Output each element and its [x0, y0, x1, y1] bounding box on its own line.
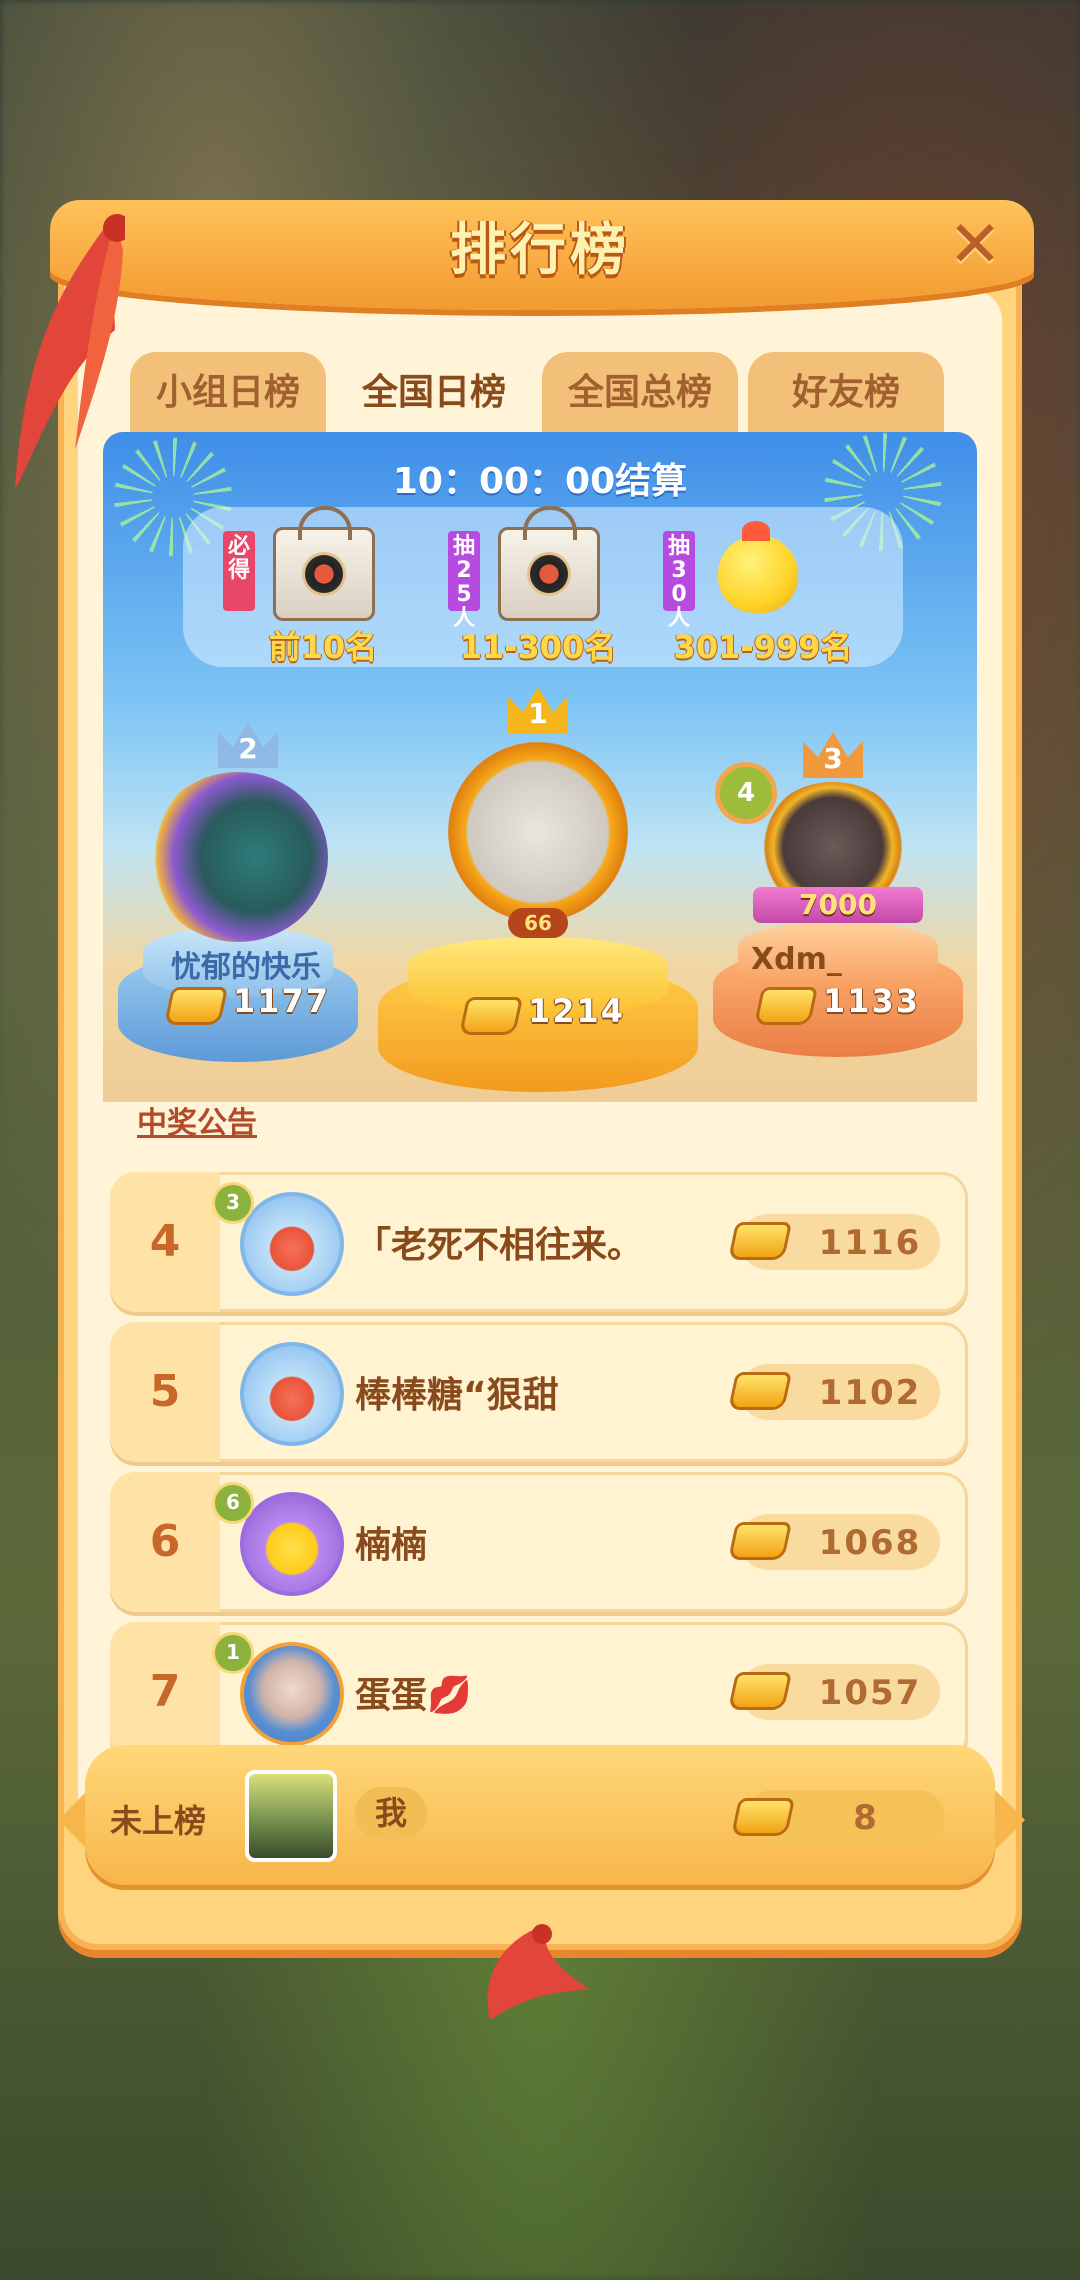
gold-icon [727, 1222, 793, 1260]
level-badge: 6 [212, 1482, 254, 1524]
level-badge: 3 [212, 1182, 254, 1224]
rank-number: 5 [149, 1366, 181, 1417]
level-badge: 1 [212, 1632, 254, 1674]
gold-icon [458, 997, 524, 1035]
player-score: 1116 [818, 1223, 922, 1263]
tab-group-daily[interactable]: 小组日榜 [130, 352, 326, 432]
tab-national-total[interactable]: 全国总榜 [542, 352, 738, 432]
score-rank-3: 1133 [823, 982, 921, 1020]
player-name: 棒棒糖“狠甜 [355, 1375, 559, 1416]
rank-number: 7 [149, 1666, 181, 1717]
reward-tag: 必得 [223, 531, 255, 611]
reward-box: 必得 前10名 抽25人 11-300名 抽30人 301-999名 [183, 506, 903, 667]
reward-label: 301-999名 [673, 628, 853, 666]
avatar-rank-2[interactable] [148, 772, 328, 942]
reward-label: 前10名 [268, 628, 378, 666]
avatar[interactable] [240, 1342, 344, 1446]
level-badge-rank-3: 4 [715, 762, 777, 824]
my-name: 我 [355, 1787, 427, 1839]
chick-icon [718, 521, 798, 613]
score-rank-2: 1177 [233, 982, 331, 1020]
arrow-left-decoration [58, 1790, 88, 1850]
reward-tag: 抽30人 [663, 531, 695, 631]
tab-friends[interactable]: 好友榜 [748, 352, 944, 432]
reward-label: 11-300名 [459, 628, 617, 666]
reward-tag: 抽25人 [448, 531, 480, 631]
arrow-right-decoration [995, 1790, 1025, 1850]
crown-rank-2: 2 [218, 722, 278, 768]
my-avatar[interactable] [245, 1770, 337, 1862]
player-score: 1068 [818, 1523, 922, 1563]
gold-icon [727, 1372, 793, 1410]
level-badge-rank-1: 66 [508, 908, 568, 938]
gold-icon [727, 1672, 793, 1710]
winner-announcement-link[interactable]: 中奖公告 [137, 1098, 257, 1142]
avatar-rank-1[interactable] [448, 742, 628, 922]
list-item[interactable]: 6 6 楠楠 1068 [110, 1472, 968, 1612]
reward-top10[interactable]: 必得 前10名 [223, 506, 433, 667]
reward-11-300[interactable]: 抽25人 11-300名 [448, 506, 658, 667]
my-rank-status: 未上榜 [110, 1802, 207, 1840]
player-name: 「老死不相往来。 [355, 1225, 644, 1266]
rank-number: 4 [149, 1216, 181, 1267]
gold-icon [727, 1522, 793, 1560]
ribbon-decoration [487, 1924, 590, 2020]
player-name-rank-3: Xdm_ [751, 942, 842, 977]
countdown-timer: 10：00：00结算 [392, 461, 688, 502]
player-name-rank-2: 忧郁的快乐 [171, 950, 321, 985]
leaderboard-list: 4 3 「老死不相往来。 1116 5 棒棒糖“狠甜 1102 6 6 楠楠 1… [110, 1172, 968, 1772]
bag-icon [498, 506, 600, 621]
rank-number: 6 [149, 1516, 181, 1567]
my-score: 8 [853, 1798, 877, 1838]
top-rewards-area: 10：00：00结算 必得 前10名 抽25人 11-300名 抽30人 301… [103, 432, 977, 1102]
close-icon: ✕ [948, 208, 1002, 282]
gold-icon [753, 987, 819, 1025]
tab-national-daily[interactable]: 全国日榜 [336, 352, 532, 432]
page-title: 排行榜 [450, 218, 630, 283]
achievement-banner: 7000 [753, 887, 923, 923]
avatar[interactable] [240, 1642, 344, 1746]
player-name: 蛋蛋💋 [355, 1675, 472, 1716]
score-rank-1: 1214 [528, 992, 626, 1030]
player-score: 1102 [818, 1373, 922, 1413]
list-item[interactable]: 5 棒棒糖“狠甜 1102 [110, 1322, 968, 1462]
crown-rank-1: 1 [508, 687, 568, 733]
list-item[interactable]: 4 3 「老死不相往来。 1116 [110, 1172, 968, 1312]
gold-icon [730, 1798, 796, 1836]
player-score: 1057 [818, 1673, 922, 1713]
tab-bar: 小组日榜 全国日榜 全国总榜 好友榜 [130, 352, 944, 432]
gold-icon [163, 987, 229, 1025]
bag-icon [273, 506, 375, 621]
close-button[interactable]: ✕ [940, 210, 1010, 280]
player-name: 楠楠 [355, 1525, 428, 1566]
list-item[interactable]: 7 1 蛋蛋💋 1057 [110, 1622, 968, 1762]
reward-301-999[interactable]: 抽30人 301-999名 [663, 517, 873, 667]
avatar[interactable] [240, 1492, 344, 1596]
avatar[interactable] [240, 1192, 344, 1296]
crown-rank-3: 3 [803, 732, 863, 778]
